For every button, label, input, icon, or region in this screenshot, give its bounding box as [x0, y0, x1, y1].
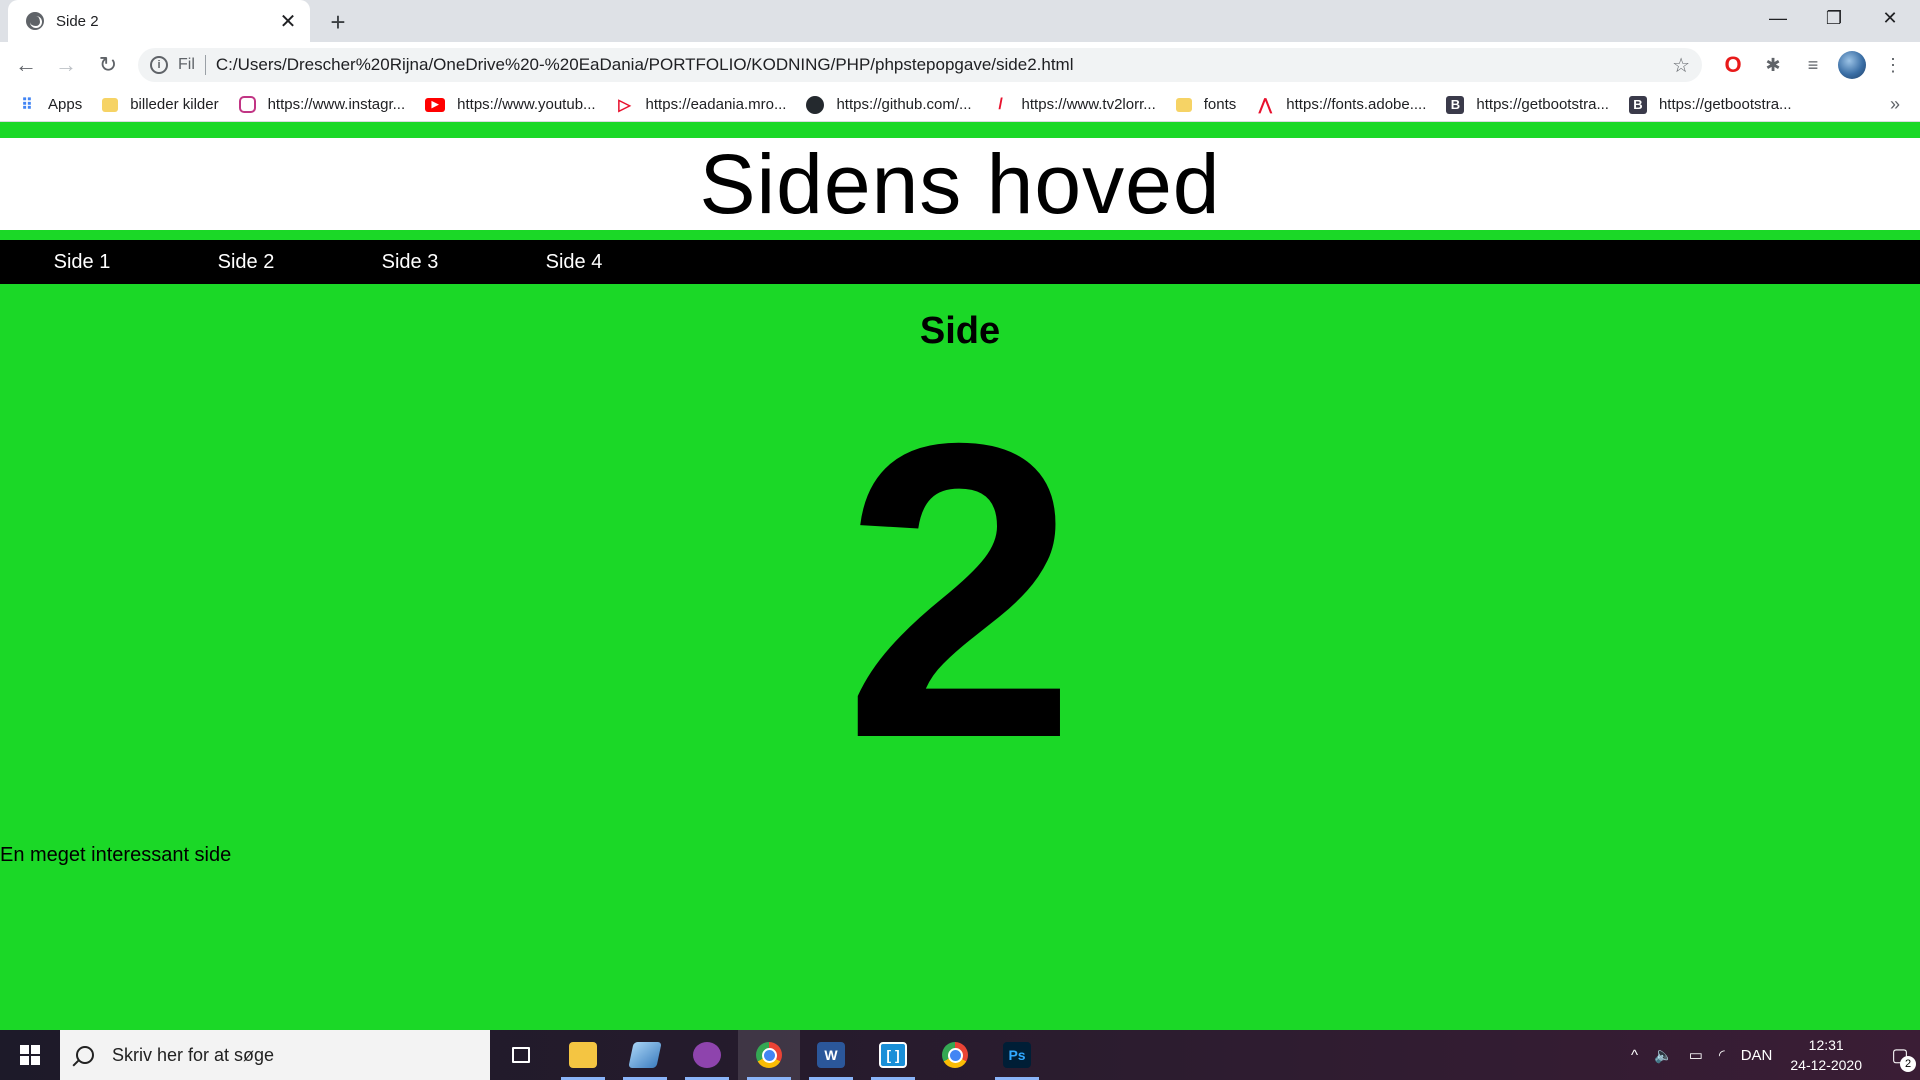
system-tray: ^ 🔈 ▭ ◜ DAN 12:31 24-12-2020 ▢ 2 [1623, 1030, 1920, 1080]
taskbar: Skriv her for at søge W [ ] Ps ^ 🔈 ▭ ◜ D… [0, 1030, 1920, 1080]
bookmark-bootstrap-2[interactable]: B https://getbootstra... [1628, 95, 1792, 114]
tab-close-icon[interactable]: ✕ [274, 7, 302, 35]
chevron-up-icon[interactable]: ^ [1631, 1047, 1638, 1064]
notepad-icon [628, 1042, 662, 1068]
globe-icon [26, 12, 44, 30]
start-button[interactable] [0, 1030, 60, 1080]
media-queue-icon[interactable]: ≡ [1798, 50, 1828, 80]
taskbar-word[interactable]: W [800, 1030, 862, 1080]
window-close-icon[interactable]: ✕ [1862, 0, 1918, 36]
page-header: Sidens hoved [0, 136, 1920, 231]
bootstrap-icon: B [1446, 95, 1465, 114]
page-header-title: Sidens hoved [699, 136, 1221, 231]
extensions-puzzle-icon[interactable]: ✱ [1758, 50, 1788, 80]
github-icon [693, 1042, 721, 1068]
taskbar-search[interactable]: Skriv her for at søge [60, 1030, 490, 1080]
github-icon [806, 95, 825, 114]
scheme-label: Fil [178, 56, 195, 73]
clock[interactable]: 12:31 24-12-2020 [1790, 1035, 1862, 1075]
page-number: 2 [843, 357, 1077, 826]
profile-avatar[interactable] [1838, 51, 1866, 79]
search-icon [76, 1046, 94, 1064]
bookmark-folder-billeder[interactable]: billeder kilder [102, 96, 219, 113]
folder-icon [1175, 97, 1192, 112]
chrome-icon [756, 1042, 782, 1068]
apps-grid-icon: ⠿ [21, 96, 33, 114]
chrome-icon [942, 1042, 968, 1068]
minimize-icon[interactable]: — [1750, 0, 1806, 36]
browser-tab[interactable]: Side 2 ✕ [8, 0, 310, 42]
page-text: En meget interessant side [0, 844, 232, 866]
bookmark-eadania[interactable]: ▷ https://eadania.mro... [616, 96, 786, 114]
back-icon[interactable]: ← [10, 49, 42, 81]
forward-icon[interactable]: → [50, 49, 82, 81]
reload-icon[interactable]: ↻ [92, 49, 124, 81]
nav-link-side-3[interactable]: Side 3 [328, 251, 492, 274]
bootstrap-icon: B [1628, 95, 1647, 114]
clock-time: 12:31 [1808, 1037, 1844, 1053]
page-content: Sidens hoved Side 1 Side 2 Side 3 Side 4… [0, 122, 1920, 1030]
taskbar-photoshop[interactable]: Ps [986, 1030, 1048, 1080]
nav-link-side-4[interactable]: Side 4 [492, 251, 656, 274]
word-icon: W [817, 1042, 845, 1068]
nav-link-side-2[interactable]: Side 2 [164, 251, 328, 274]
adobe-icon: ⋀ [1258, 96, 1272, 114]
taskbar-chrome-active[interactable] [738, 1030, 800, 1080]
windows-logo-icon [20, 1045, 40, 1065]
instagram-icon [238, 96, 256, 113]
bookmark-apps[interactable]: ⠿ Apps [18, 96, 82, 114]
bookmark-tv2[interactable]: / https://www.tv2lorr... [992, 95, 1155, 114]
bookmark-youtube[interactable]: ▶ https://www.youtub... [425, 96, 596, 113]
page-nav: Side 1 Side 2 Side 3 Side 4 [0, 240, 1920, 284]
wifi-icon[interactable]: ◜ [1719, 1046, 1725, 1064]
task-view-icon [512, 1047, 530, 1063]
more-bookmarks-icon[interactable]: » [1890, 94, 1900, 115]
clock-date: 24-12-2020 [1790, 1057, 1862, 1073]
page-title: Side [919, 310, 1001, 352]
nav-link-side-1[interactable]: Side 1 [0, 251, 164, 274]
url-text[interactable]: C:/Users/Drescher%20Rijna/OneDrive%20-%2… [216, 55, 1074, 75]
taskbar-chrome[interactable] [924, 1030, 986, 1080]
youtube-icon: ▶ [425, 97, 446, 112]
omnibox-separator [204, 55, 206, 75]
photoshop-icon: Ps [1003, 1042, 1031, 1068]
opera-extension-icon[interactable]: O [1718, 50, 1748, 80]
volume-icon[interactable]: 🔈 [1654, 1046, 1673, 1064]
notifications-button[interactable]: ▢ 2 [1880, 1030, 1920, 1080]
mro-icon: ▷ [618, 96, 631, 114]
tab-strip: Side 2 ✕ + — ❐ ✕ [0, 0, 1920, 42]
taskbar-file-explorer[interactable] [552, 1030, 614, 1080]
bookmark-folder-fonts[interactable]: fonts [1175, 96, 1236, 113]
tv2-icon: / [998, 95, 1003, 113]
bookmark-github[interactable]: https://github.com/... [806, 95, 972, 114]
tab-title: Side 2 [56, 12, 99, 30]
restore-icon[interactable]: ❐ [1806, 0, 1862, 36]
bookmark-instagram[interactable]: https://www.instagr... [238, 96, 405, 113]
brackets-icon: [ ] [879, 1042, 907, 1068]
battery-icon[interactable]: ▭ [1689, 1046, 1703, 1064]
bookmarks-bar: ⠿ Apps billeder kilder https://www.insta… [0, 88, 1920, 122]
taskbar-brackets[interactable]: [ ] [862, 1030, 924, 1080]
browser-toolbar: ← → ↻ i Fil C:/Users/Drescher%20Rijna/On… [0, 42, 1920, 88]
bookmark-adobe-fonts[interactable]: ⋀ https://fonts.adobe.... [1256, 96, 1427, 114]
folder-icon [569, 1042, 597, 1068]
taskbar-notepad[interactable] [614, 1030, 676, 1080]
bookmark-star-icon[interactable]: ☆ [1672, 53, 1690, 78]
menu-kebab-icon[interactable]: ⋮ [1878, 50, 1908, 80]
new-tab-button[interactable]: + [322, 6, 354, 38]
task-view-button[interactable] [490, 1030, 552, 1080]
folder-icon [102, 97, 119, 112]
taskbar-github-desktop[interactable] [676, 1030, 738, 1080]
search-placeholder: Skriv her for at søge [112, 1044, 275, 1065]
address-bar[interactable]: i Fil C:/Users/Drescher%20Rijna/OneDrive… [138, 48, 1702, 82]
bookmark-bootstrap-1[interactable]: B https://getbootstra... [1446, 95, 1609, 114]
site-info-icon[interactable]: i [150, 56, 168, 74]
language-indicator[interactable]: DAN [1741, 1047, 1773, 1064]
notification-badge: 2 [1900, 1056, 1916, 1072]
